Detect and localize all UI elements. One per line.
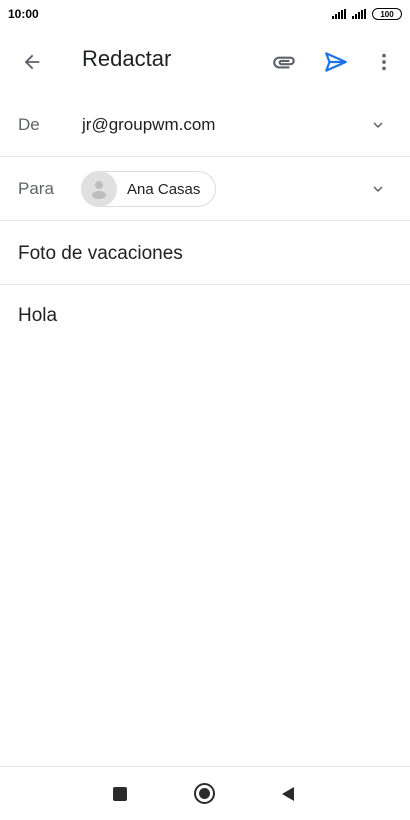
person-icon bbox=[92, 181, 106, 199]
page-title: Redactar bbox=[82, 46, 172, 71]
battery-level: 100 bbox=[380, 9, 394, 19]
to-label: Para bbox=[18, 179, 54, 198]
subject-field[interactable]: Foto de vacaciones bbox=[18, 243, 183, 265]
back-arrow-icon bbox=[24, 54, 40, 70]
from-dropdown-button[interactable] bbox=[368, 115, 388, 135]
send-button[interactable] bbox=[318, 44, 354, 80]
status-bar: 10:00 100 bbox=[0, 0, 410, 28]
home-button[interactable] bbox=[194, 783, 215, 804]
signal-icon bbox=[332, 9, 346, 19]
from-account[interactable]: jr@groupwm.com bbox=[82, 115, 215, 135]
home-icon bbox=[199, 788, 210, 799]
recipient-name: Ana Casas bbox=[127, 180, 201, 198]
from-row: De jr@groupwm.com bbox=[0, 93, 410, 157]
status-icons: 100 bbox=[332, 8, 402, 20]
chevron-down-icon bbox=[373, 122, 383, 128]
attachment-icon bbox=[273, 56, 295, 69]
chevron-down-icon bbox=[373, 186, 383, 192]
avatar bbox=[81, 171, 117, 207]
status-time: 10:00 bbox=[8, 7, 39, 21]
recipient-chip[interactable]: Ana Casas bbox=[81, 171, 216, 207]
more-options-button[interactable] bbox=[366, 44, 402, 80]
attach-button[interactable] bbox=[266, 44, 302, 80]
app-bar: Redactar bbox=[0, 28, 410, 92]
recents-button[interactable] bbox=[113, 787, 127, 801]
send-icon bbox=[325, 52, 347, 72]
system-nav-bar bbox=[0, 766, 410, 820]
to-expand-button[interactable] bbox=[368, 179, 388, 199]
compose-screen: 10:00 100 Redactar De jr@groupwm.com Par… bbox=[0, 0, 410, 820]
to-row[interactable]: Para Ana Casas bbox=[0, 157, 410, 221]
more-vert-icon bbox=[382, 53, 386, 71]
from-label: De bbox=[18, 115, 40, 134]
back-button[interactable] bbox=[14, 44, 50, 80]
signal-icon bbox=[352, 9, 366, 19]
battery-icon: 100 bbox=[372, 8, 402, 20]
system-back-button[interactable] bbox=[282, 787, 294, 801]
body-field[interactable]: Hola bbox=[18, 305, 57, 327]
